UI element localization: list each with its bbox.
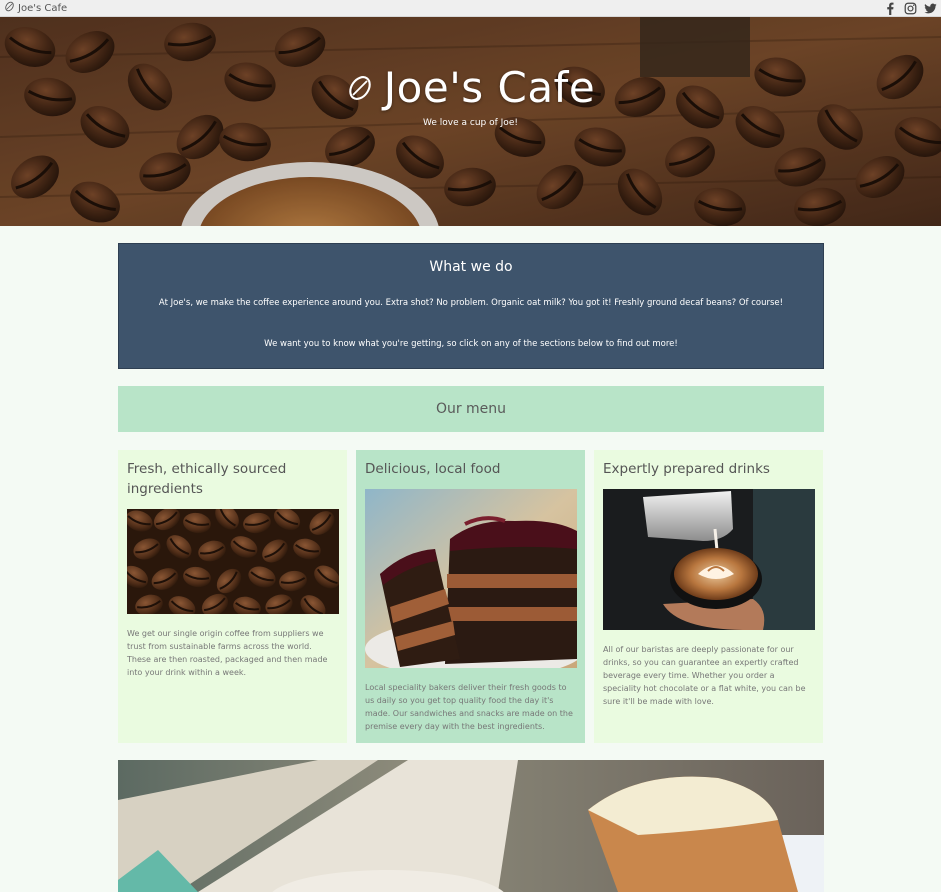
twitter-icon[interactable] — [923, 1, 937, 15]
card-text: We get our single origin coffee from sup… — [127, 629, 328, 677]
menu-heading-band: Our menu — [118, 386, 824, 432]
card-text: All of our baristas are deeply passionat… — [603, 645, 806, 706]
card-title: Expertly prepared drinks — [603, 461, 770, 477]
hero-title-text: Joe's Cafe — [383, 63, 596, 112]
instagram-icon[interactable] — [903, 1, 917, 15]
latte-art-image — [603, 489, 815, 630]
cake-and-coffee-image — [118, 760, 824, 892]
what-we-do-section: What we do At Joe's, we make the coffee … — [118, 243, 824, 369]
menu-card-drinks[interactable]: Expertly prepared drinks All of our bari… — [594, 450, 823, 743]
menu-card-food[interactable]: Delicious, local food Local speciality b… — [356, 450, 585, 743]
brand-link[interactable]: Joe's Cafe — [4, 1, 67, 15]
social-links — [883, 1, 937, 15]
hero-title: Joe's Cafe — [0, 63, 941, 112]
coffee-beans-image — [118, 498, 346, 625]
brand-name: Joe's Cafe — [18, 2, 68, 14]
menu-card-ingredients[interactable]: Fresh, ethically sourced ingredients We … — [118, 450, 347, 743]
what-we-do-paragraph-1: At Joe's, we make the coffee experience … — [158, 298, 784, 308]
bottom-feature-image — [118, 760, 824, 892]
what-we-do-heading: What we do — [429, 259, 513, 275]
menu-cards: Fresh, ethically sourced ingredients We … — [118, 450, 824, 743]
card-text: Local speciality bakers deliver their fr… — [365, 683, 573, 731]
facebook-icon[interactable] — [883, 1, 897, 15]
coffee-bean-icon — [346, 63, 374, 112]
chocolate-cake-image — [365, 489, 585, 679]
hero-banner: Joe's Cafe We love a cup of Joe! — [0, 17, 941, 226]
what-we-do-paragraph-2: We want you to know what you're getting,… — [264, 339, 678, 349]
coffee-bean-icon — [4, 1, 15, 15]
hero-subtitle: We love a cup of Joe! — [423, 118, 518, 128]
card-title: Delicious, local food — [365, 461, 501, 477]
card-title: Fresh, ethically sourced ingredients — [127, 461, 287, 497]
menu-title: Our menu — [435, 401, 507, 417]
top-nav-bar: Joe's Cafe — [0, 0, 941, 17]
